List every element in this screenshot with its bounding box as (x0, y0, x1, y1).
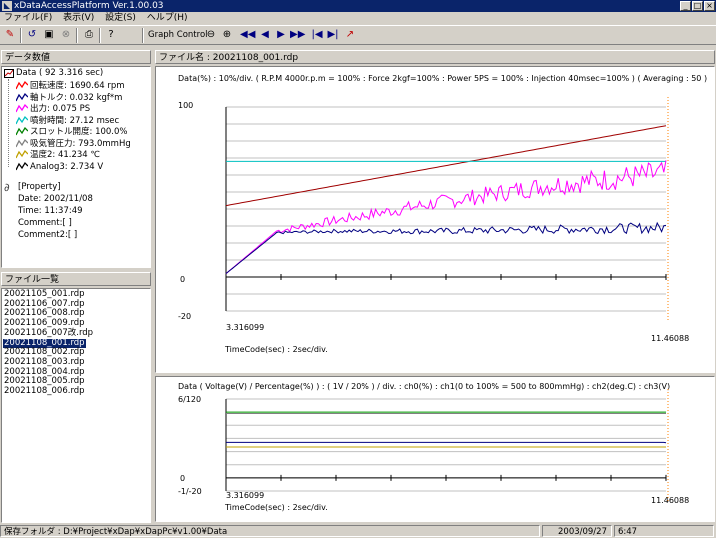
stop-icon[interactable]: ⊗ (59, 28, 73, 42)
file-name-header: ファイル名 : 20021108_001.rdp (155, 50, 715, 64)
file-item[interactable]: 20021108_006.rdp (3, 387, 86, 397)
line-icon (16, 149, 28, 160)
data-values-header: データ数値 (1, 50, 151, 64)
property-time: Time: 11:37:49 (18, 205, 83, 217)
property-comment: Comment:[ ] (18, 217, 72, 229)
link-icon: ∂ (4, 181, 10, 194)
line-icon (16, 138, 28, 149)
file-item[interactable]: 20021108_003.rdp (3, 358, 86, 368)
file-item[interactable]: 20021106_007改.rdp (3, 329, 94, 339)
title-bar: ◣ xDataAccessPlatform Ver.1.00.03 _ □ × (0, 0, 716, 12)
menu-bar: ファイル(F) 表示(V) 設定(S) ヘルプ(H) (0, 12, 716, 25)
zoom-out-icon[interactable]: ⊖ (204, 28, 218, 42)
status-folder: 保存フォルダ : D:¥Project¥xDap¥xDapPc¥v1.00¥Da… (0, 525, 540, 537)
data-values-tree: Data ( 92 3.316 sec) 回転速度: 1690.64 rpm軸ト… (1, 66, 151, 268)
step-forward-icon[interactable]: ▶ (274, 28, 288, 42)
channel-label: 回転速度: 1690.64 rpm (30, 80, 125, 92)
data-root-label[interactable]: Data ( 92 3.316 sec) (16, 68, 103, 78)
maximize-button[interactable]: □ (692, 1, 703, 11)
channel-label: スロットル開度: 100.0% (30, 126, 127, 138)
print-icon[interactable]: ⎙ (82, 28, 96, 42)
channel-label: 吸気管圧力: 793.0mmHg (30, 138, 131, 150)
toolbar: ✎ ↺ ▣ ⊗ ⎙ ? Graph Control ⊖ ⊕ ◀◀ ◀ ▶ ▶▶ … (0, 25, 716, 45)
go-start-icon[interactable]: |◀ (310, 28, 324, 42)
channel-label: 温度2: 41.234 ℃ (30, 149, 100, 161)
help-icon[interactable]: ? (104, 28, 118, 42)
channel-label: Analog3: 2.734 V (30, 161, 103, 173)
save-icon[interactable]: ▣ (42, 28, 56, 42)
chart1-plot (156, 67, 714, 372)
channel-label: 出力: 0.075 PS (30, 103, 90, 115)
menu-help[interactable]: ヘルプ(H) (143, 12, 192, 25)
chart-icon (4, 69, 14, 78)
rewind-icon[interactable]: ◀◀ (240, 28, 254, 42)
line-icon (16, 161, 28, 172)
step-back-icon[interactable]: ◀ (258, 28, 272, 42)
minimize-button[interactable]: _ (680, 1, 691, 11)
window-title: xDataAccessPlatform Ver.1.00.03 (14, 1, 164, 11)
zoom-in-icon[interactable]: ⊕ (220, 28, 234, 42)
property-date: Date: 2002/11/08 (18, 193, 93, 205)
main-chart-panel[interactable]: Data(%) : 10%/div. ( R.P.M 4000r.p.m = 1… (155, 66, 715, 373)
line-icon (16, 126, 28, 137)
file-list-header: ファイル一覧 (1, 272, 151, 286)
go-end-icon[interactable]: ▶| (326, 28, 340, 42)
line-icon (16, 80, 28, 91)
status-time: 6:47 (614, 525, 714, 537)
line-icon (16, 103, 28, 114)
menu-file[interactable]: ファイル(F) (0, 12, 56, 25)
line-icon (16, 92, 28, 103)
series-line (226, 160, 666, 273)
channel-label: 軸トルク: 0.032 kgf*m (30, 92, 122, 104)
sub-chart-panel[interactable]: Data ( Voltage(V) / Percentage(%) ) : ( … (155, 376, 715, 522)
line-icon (16, 115, 28, 126)
status-bar: 保存フォルダ : D:¥Project¥xDap¥xDapPc¥v1.00¥Da… (0, 525, 716, 537)
connect-icon[interactable]: ✎ (3, 28, 17, 42)
series-line (226, 223, 666, 274)
fast-forward-icon[interactable]: ▶▶ (290, 28, 304, 42)
status-date: 2003/09/27 (542, 525, 612, 537)
channel-label: 噴射時間: 27.12 msec (30, 115, 119, 127)
app-icon: ◣ (2, 1, 12, 11)
graph-control-label: Graph Control (148, 30, 208, 40)
close-button[interactable]: × (704, 1, 715, 11)
graph-icon[interactable]: ↗ (343, 28, 357, 42)
file-list: 20021105_001.rdp20021106_007.rdp20021106… (1, 288, 151, 523)
series-line (226, 126, 666, 206)
chart2-plot (156, 377, 714, 521)
menu-view[interactable]: 表示(V) (59, 12, 98, 25)
open-icon[interactable]: ↺ (25, 28, 39, 42)
property-comment2: Comment2:[ ] (18, 229, 77, 241)
property-title: [Property] (18, 181, 61, 193)
menu-settings[interactable]: 設定(S) (101, 12, 140, 25)
